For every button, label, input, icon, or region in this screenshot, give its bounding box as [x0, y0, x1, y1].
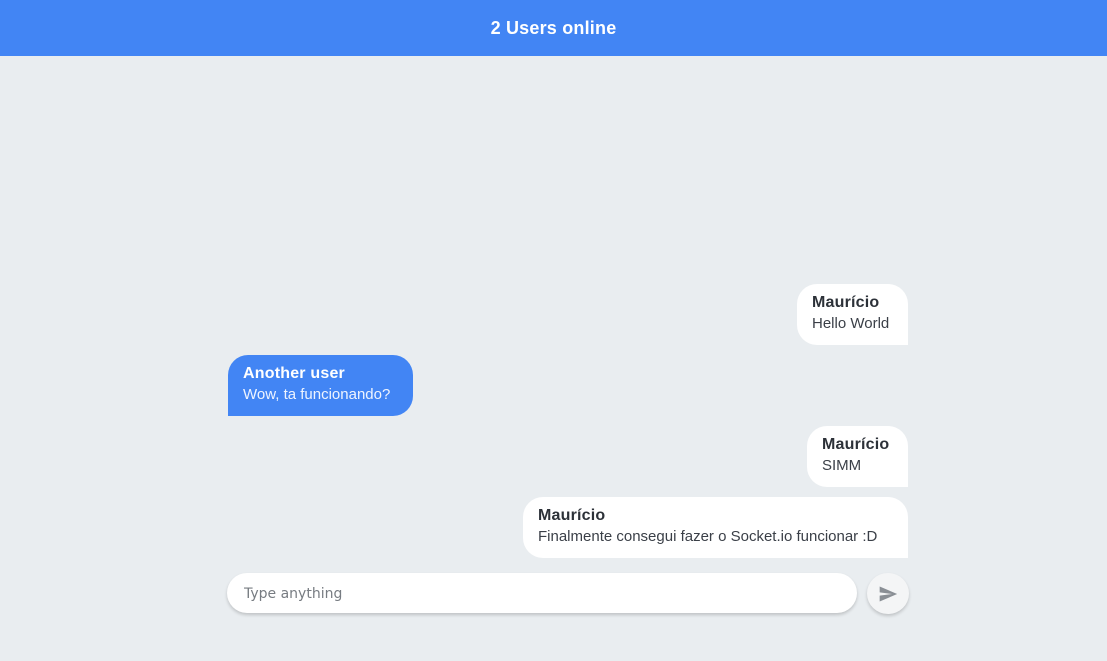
message-input-wrapper: [227, 573, 857, 615]
message-composer: [227, 573, 910, 615]
message-author: Maurício: [538, 507, 606, 524]
message-bubble: Maurício Hello World: [797, 284, 908, 345]
message-text: SIMM: [822, 457, 862, 474]
message-text: Wow, ta funcionando?: [243, 386, 391, 403]
message-author: Maurício: [822, 436, 890, 453]
online-users-title: 2 Users online: [490, 17, 617, 38]
message-bubble: Maurício SIMM: [807, 426, 908, 487]
send-icon: [879, 586, 898, 601]
send-button[interactable]: [867, 573, 909, 614]
message-text: Finalmente consegui fazer o Socket.io fu…: [538, 528, 878, 545]
message-input[interactable]: [242, 573, 846, 615]
message-text: Hello World: [812, 315, 890, 332]
message-author: Maurício: [812, 294, 880, 311]
top-bar: 2 Users online: [0, 0, 1107, 56]
message-bubble: Maurício Finalmente consegui fazer o Soc…: [523, 497, 908, 558]
message-author: Another user: [243, 365, 345, 382]
message-list[interactable]: Maurício Hello World Another user Wow, t…: [228, 56, 908, 560]
message-bubble: Another user Wow, ta funcionando?: [228, 355, 413, 416]
